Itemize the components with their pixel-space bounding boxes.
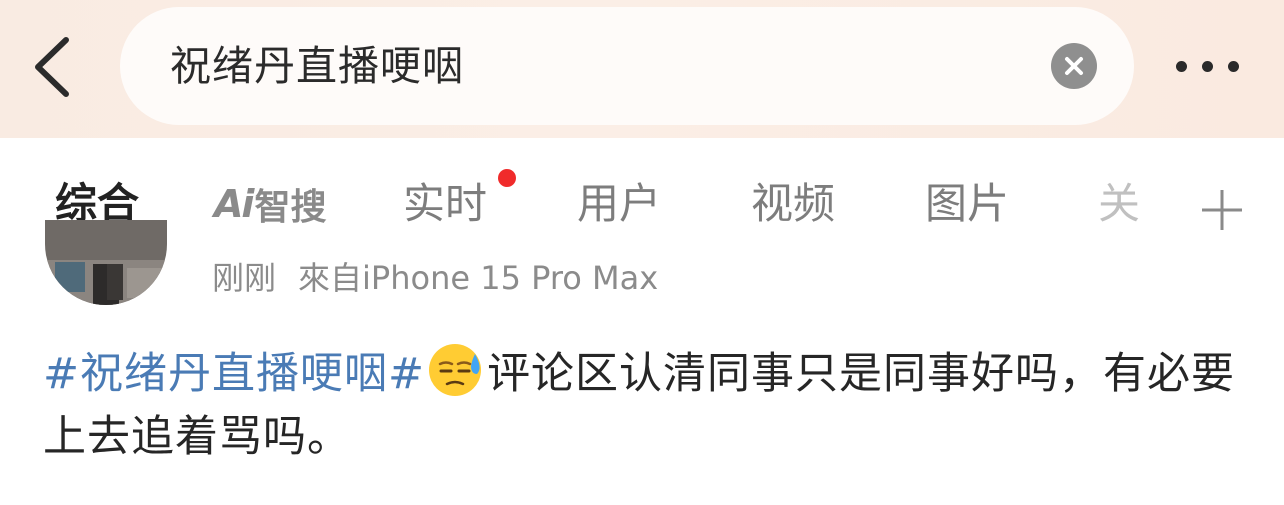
tab-realtime[interactable]: 实时 (403, 178, 487, 230)
chevron-left-icon (35, 37, 69, 97)
post-text: #祝绪丹直播哽咽# 评论区认清同事只是同事好吗，有必要上去追着骂吗。 (43, 340, 1243, 469)
notification-dot (498, 169, 516, 187)
search-query[interactable]: 祝绪丹直播哽咽 (170, 7, 464, 125)
tab-ai-search-label: 智搜 (254, 187, 327, 228)
ai-logo-icon: Ai (214, 182, 254, 226)
avatar-photo (45, 220, 167, 305)
more-options-button[interactable] (1172, 52, 1244, 82)
post-source[interactable]: 來自iPhone 15 Pro Max (298, 259, 658, 297)
clear-search-button[interactable] (1051, 43, 1097, 89)
back-button[interactable] (30, 34, 80, 100)
post-time: 刚刚 (212, 259, 277, 297)
tab-images[interactable]: 图片 (925, 178, 1009, 230)
add-tab-button[interactable] (1200, 188, 1244, 232)
tab-fade (1136, 168, 1196, 238)
post-hashtag[interactable]: #祝绪丹直播哽咽# (43, 349, 425, 399)
tab-users[interactable]: 用户 (577, 178, 661, 230)
close-icon (1065, 57, 1083, 75)
plus-icon (1202, 190, 1242, 230)
tab-ai-search[interactable]: Ai 智搜 (214, 180, 326, 228)
search-input[interactable]: 祝绪丹直播哽咽 (120, 7, 1134, 125)
more-dots-icon (1176, 61, 1187, 72)
tab-bar: 综合 Ai 智搜 实时 用户 视频 图片 关 (0, 138, 1284, 260)
top-bar: 祝绪丹直播哽咽 (0, 0, 1284, 138)
downcast-face-with-sweat-icon (427, 340, 485, 398)
tab-videos[interactable]: 视频 (751, 178, 835, 230)
avatar[interactable] (45, 220, 167, 305)
post-meta: 刚刚 來自iPhone 15 Pro Max (212, 257, 658, 299)
